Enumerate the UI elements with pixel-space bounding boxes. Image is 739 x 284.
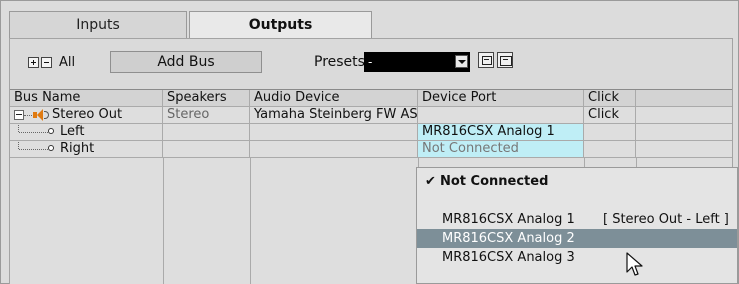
table-row[interactable]: Right Not Connected [10, 141, 732, 158]
speaker-icon [33, 109, 49, 122]
column-divider [163, 158, 164, 284]
channel-name: Right [60, 141, 95, 156]
menu-item-label: MR816CSX Analog 1 [442, 212, 575, 227]
table-row[interactable]: Left MR816CSX Analog 1 [10, 124, 732, 141]
tab-inputs[interactable]: Inputs [9, 11, 187, 39]
add-bus-button[interactable]: Add Bus [110, 51, 262, 73]
dropdown-arrow-icon[interactable] [455, 55, 468, 68]
audio-device-cell[interactable] [250, 124, 418, 141]
speakers-cell[interactable] [163, 141, 250, 158]
all-label: All [59, 55, 76, 70]
remove-preset-icon[interactable] [497, 52, 513, 68]
menu-item-label: MR816CSX Analog 3 [442, 250, 575, 265]
device-port-cell[interactable] [418, 107, 584, 124]
bus-name: Stereo Out [52, 107, 123, 122]
tree-connector [19, 149, 48, 150]
channel-port-icon [48, 145, 54, 151]
click-cell[interactable] [584, 141, 636, 158]
channel-name: Left [60, 124, 85, 139]
device-port-cell[interactable]: MR816CSX Analog 1 [418, 124, 584, 141]
tree-connector [19, 132, 48, 133]
bus-name-cell[interactable]: Right [10, 141, 163, 158]
menu-item-assignment: [ Stereo Out - Left ] [603, 212, 729, 227]
column-header-device-port[interactable]: Device Port [418, 90, 584, 107]
menu-item-label: MR816CSX Analog 2 [442, 231, 575, 246]
empty-cell [636, 141, 732, 158]
empty-cell [636, 124, 732, 141]
column-header-click[interactable]: Click [584, 90, 636, 107]
empty-cell [636, 107, 732, 124]
tab-outputs[interactable]: Outputs [189, 11, 372, 39]
toolbar: All Add Bus Presets - [10, 39, 732, 89]
column-divider [250, 158, 251, 284]
audio-device-cell[interactable]: Yamaha Steinberg FW ASIO [250, 107, 418, 124]
audio-device-cell[interactable] [250, 141, 418, 158]
tree-connector [18, 141, 19, 149]
presets-select[interactable]: - [364, 52, 470, 72]
menu-item-analog-2[interactable]: MR816CSX Analog 2 [417, 229, 737, 248]
table-row[interactable]: Stereo Out Stereo Yamaha Steinberg FW AS… [10, 107, 732, 124]
device-port-dropdown-menu: ✔ Not Connected MR816CSX Analog 1 [ Ster… [416, 167, 738, 284]
column-header-empty [636, 90, 732, 107]
presets-value: - [368, 55, 373, 69]
menu-item-analog-1[interactable]: MR816CSX Analog 1 [ Stereo Out - Left ] [417, 210, 737, 229]
column-header-audio-device[interactable]: Audio Device [250, 90, 418, 107]
checkmark-icon: ✔ [425, 174, 436, 189]
tab-bar: Inputs Outputs [9, 11, 733, 39]
mouse-cursor-icon [626, 252, 643, 276]
collapse-icon[interactable] [14, 110, 24, 120]
bus-name-cell[interactable]: Stereo Out [10, 107, 163, 124]
speakers-cell[interactable] [163, 124, 250, 141]
presets-label: Presets [314, 54, 365, 70]
speakers-cell[interactable]: Stereo [163, 107, 250, 124]
store-preset-icon[interactable] [478, 52, 494, 68]
expand-all-icon[interactable] [28, 57, 39, 68]
menu-item-label: Not Connected [440, 174, 549, 189]
table-header: Bus Name Speakers Audio Device Device Po… [10, 90, 732, 107]
tree-connector [24, 115, 32, 116]
channel-port-icon [48, 128, 54, 134]
bus-name-cell[interactable]: Left [10, 124, 163, 141]
click-cell[interactable]: Click [584, 107, 636, 124]
menu-item-analog-3[interactable]: MR816CSX Analog 3 [417, 248, 737, 267]
expand-collapse-all: All [28, 55, 75, 70]
tree-connector [18, 124, 19, 132]
device-port-cell[interactable]: Not Connected [418, 141, 584, 158]
collapse-all-icon[interactable] [41, 57, 52, 68]
column-header-bus-name[interactable]: Bus Name [10, 90, 163, 107]
click-cell[interactable] [584, 124, 636, 141]
menu-item-not-connected[interactable]: ✔ Not Connected [417, 172, 737, 191]
column-header-speakers[interactable]: Speakers [163, 90, 250, 107]
